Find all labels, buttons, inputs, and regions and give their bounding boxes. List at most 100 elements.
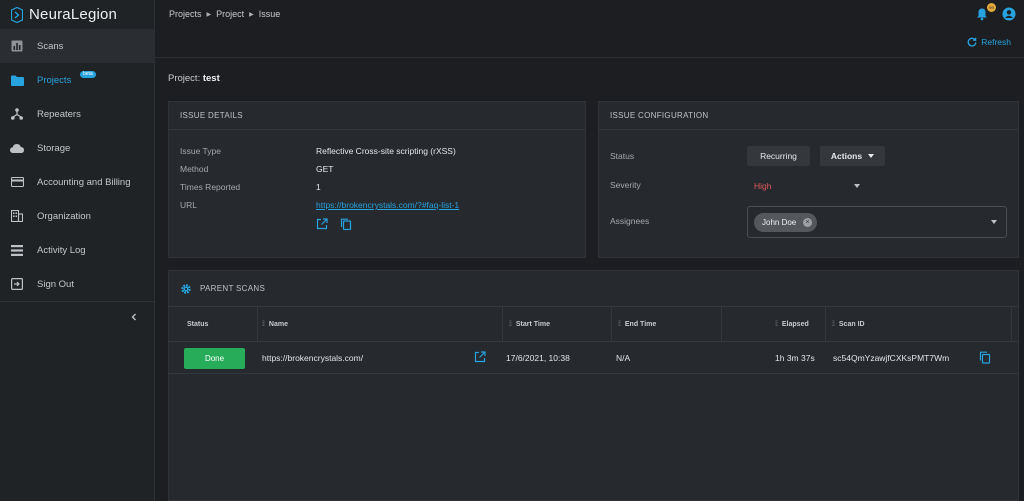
brand-name: NeuraLegion [29,6,118,23]
column-header-status[interactable]: Status [187,307,208,342]
notification-count-badge: 99 [987,3,996,12]
refresh-label: Refresh [981,37,1011,47]
url-link[interactable]: https://brokencrystals.com/?#faq-list-1 [316,200,459,210]
column-label: Status [187,321,209,328]
severity-label: Severity [610,180,641,190]
drag-handle-icon[interactable]: ⁞⁞ [775,321,778,328]
sidebar-divider [0,301,155,302]
sidebar-item-label: Activity Log [37,244,86,256]
table-row[interactable]: Done https://brokencrystals.com/ 17/6/20… [169,342,1018,374]
gear-icon [181,283,191,294]
remove-assignee-icon[interactable]: × [803,218,812,227]
sidebar-item-accounting-billing[interactable]: Accounting and Billing [0,165,154,199]
status-label: Status [610,151,635,161]
folder-icon [10,73,24,87]
top-bar: Projects ▶ Project ▶ Issue 99 Refresh [155,0,1024,58]
issue-details-title: ISSUE DETAILS [169,102,585,130]
sidebar-item-activity-log[interactable]: Activity Log [0,233,154,267]
column-divider [825,307,826,342]
sidebar-item-scans[interactable]: Scans [0,29,154,63]
actions-dropdown-button[interactable]: Actions [820,146,885,166]
issue-details-card: ISSUE DETAILS Issue Type Reflective Cros… [168,101,586,258]
sign-out-icon [10,277,24,291]
severity-select[interactable]: High [754,178,864,194]
building-icon [10,209,24,223]
open-external-icon[interactable] [316,218,328,230]
column-divider [611,307,612,342]
issue-type-value: Reflective Cross-site scripting (rXSS) [316,146,456,156]
copy-icon[interactable] [340,218,352,230]
chart-icon [10,39,24,53]
scan-end-time: N/A [616,353,631,363]
issue-type-label: Issue Type [180,146,221,156]
network-icon [10,107,24,121]
neuralegion-logo-icon [11,6,23,23]
sidebar-item-label: Sign Out [37,278,74,290]
sidebar-item-repeaters[interactable]: Repeaters [0,97,154,131]
sidebar-item-label: Repeaters [37,108,81,120]
column-divider [1011,307,1012,342]
status-recurring-button[interactable]: Recurring [747,146,810,166]
scan-start-time: 17/6/2021, 10:38 [506,353,570,363]
sidebar-item-storage[interactable]: Storage [0,131,154,165]
issue-configuration-card: ISSUE CONFIGURATION Status Recurring Act… [598,101,1019,258]
column-label: Start Time [515,321,550,328]
breadcrumb-projects[interactable]: Projects [169,9,202,19]
breadcrumb-separator-icon: ▶ [206,11,212,18]
chevron-down-icon [868,154,875,158]
assignee-name: John Doe [762,218,797,227]
column-header-name[interactable]: ⁞⁞ Name [262,307,288,342]
sidebar-item-sign-out[interactable]: Sign Out [0,267,154,301]
brand-logo[interactable]: NeuraLegion [0,0,154,29]
assignee-chip: John Doe × [754,213,817,232]
credit-card-icon [10,175,24,189]
project-name: test [202,73,220,84]
parent-scans-card: PARENT SCANS Status ⁞⁞ Name ⁞⁞ Start Tim… [168,270,1019,501]
column-header-start-time[interactable]: ⁞⁞ Start Time [509,307,550,342]
column-label: End Time [624,321,657,328]
drag-handle-icon[interactable]: ⁞⁞ [262,321,265,328]
refresh-button[interactable]: Refresh [967,37,1011,47]
method-label: Method [180,164,209,174]
parent-scans-title: PARENT SCANS [200,284,266,293]
chevron-down-icon [854,184,860,188]
sidebar-item-projects[interactable]: Projects beta [0,63,154,97]
column-header-elapsed[interactable]: ⁞⁞ Elapsed [775,307,809,342]
column-label: Elapsed [781,321,809,328]
status-value: Recurring [760,151,797,161]
column-header-end-time[interactable]: ⁞⁞ End Time [618,307,656,342]
account-avatar-icon[interactable] [1002,7,1016,21]
chevron-down-icon [991,220,997,224]
breadcrumb-issue: Issue [258,9,281,19]
times-reported-value: 1 [316,182,321,192]
method-value: GET [316,164,334,174]
project-title: Project: test [168,73,220,84]
times-reported-label: Times Reported [180,182,241,192]
drag-handle-icon[interactable]: ⁞⁞ [618,321,621,328]
column-header-scan-id[interactable]: ⁞⁞ Scan ID [832,307,865,342]
scan-id: sc54QmYzawjfCXKsPMT7Wm [833,353,950,363]
breadcrumb: Projects ▶ Project ▶ Issue [169,9,280,19]
drag-handle-icon[interactable]: ⁞⁞ [509,321,512,328]
scan-name[interactable]: https://brokencrystals.com/ [262,342,363,374]
copy-icon[interactable] [979,351,991,364]
refresh-icon [967,37,977,47]
drag-handle-icon[interactable]: ⁞⁞ [832,321,835,328]
status-badge: Done [184,348,245,369]
breadcrumb-project[interactable]: Project [216,9,244,19]
beta-badge: beta [80,71,96,78]
actions-label: Actions [830,151,863,161]
assignees-select[interactable]: John Doe × [747,206,1007,238]
sidebar: NeuraLegion Scans Projects beta Repeater… [0,0,155,501]
cloud-icon [10,141,24,155]
collapse-sidebar-icon[interactable] [128,311,140,323]
column-divider [502,307,503,342]
open-external-icon[interactable] [474,351,486,363]
scans-table-header: Status ⁞⁞ Name ⁞⁞ Start Time ⁞⁞ End Time… [169,307,1018,342]
scan-elapsed: 1h 3m 37s [775,353,815,363]
column-label: Scan ID [838,321,865,328]
url-label: URL [180,200,198,210]
sidebar-item-organization[interactable]: Organization [0,199,154,233]
column-divider [721,307,722,342]
sidebar-item-label: Storage [37,142,71,154]
